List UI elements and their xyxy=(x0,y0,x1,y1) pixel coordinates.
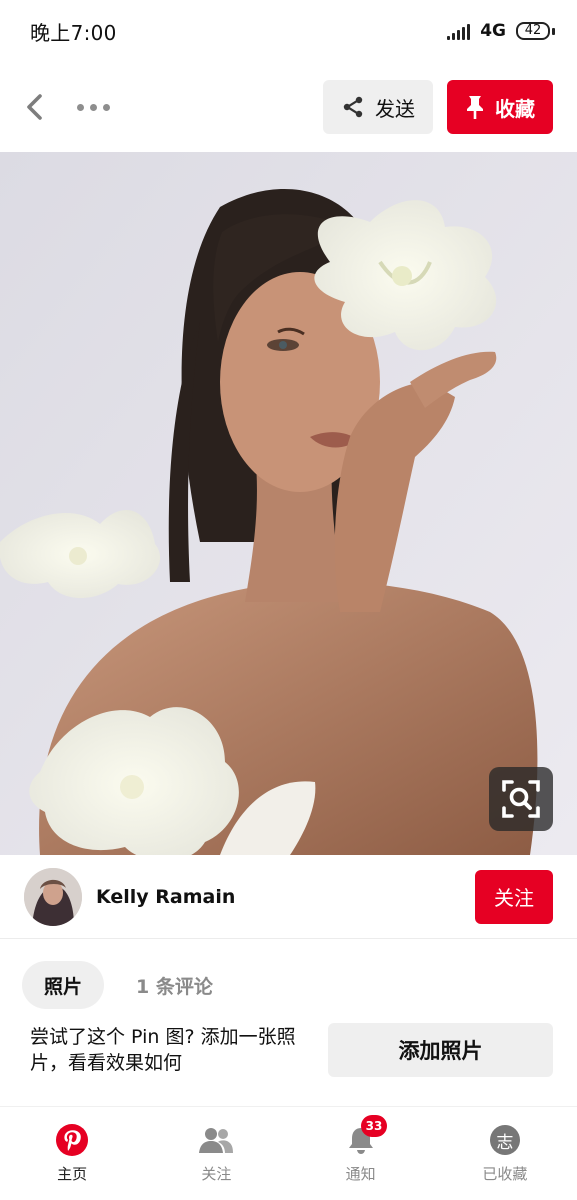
follow-button[interactable]: 关注 xyxy=(475,869,553,924)
nav-saved-label: 已收藏 xyxy=(482,1165,528,1183)
pin-detail-screen: 晚上7:00 4G 42 发送 收藏 Kelly Ramain 关注 照片 1 … xyxy=(0,0,577,1200)
signal-icon xyxy=(447,22,471,40)
pushpin-icon xyxy=(467,96,483,119)
dot-icon xyxy=(76,103,84,111)
battery-level: 42 xyxy=(516,22,550,40)
portrait-photo xyxy=(0,152,577,855)
save-button[interactable]: 收藏 xyxy=(447,80,553,134)
send-button[interactable]: 发送 xyxy=(323,80,433,134)
save-label: 收藏 xyxy=(495,96,535,121)
avatar[interactable] xyxy=(24,867,82,926)
pinterest-logo-icon xyxy=(56,1124,89,1156)
tried-it-section: 尝试了这个 Pin 图? 添加一张照片，看看效果如何 添加照片 xyxy=(0,1009,577,1077)
status-bar: 晚上7:00 4G 42 xyxy=(0,0,577,62)
back-button[interactable] xyxy=(18,87,50,127)
people-icon xyxy=(199,1128,234,1153)
creator-row: Kelly Ramain 关注 xyxy=(0,855,577,939)
nav-home[interactable]: 主页 xyxy=(0,1107,144,1200)
visual-search-icon xyxy=(502,780,540,818)
bottom-navigation: 主页 关注 33 通知 志 已收藏 xyxy=(0,1106,577,1200)
add-photo-button[interactable]: 添加照片 xyxy=(328,1023,553,1077)
nav-following-label: 关注 xyxy=(201,1165,232,1183)
top-action-bar: 发送 收藏 xyxy=(0,62,577,152)
tab-photos[interactable]: 照片 xyxy=(22,961,105,1009)
avatar-photo xyxy=(24,867,82,926)
nav-saved[interactable]: 志 已收藏 xyxy=(433,1107,577,1200)
notification-badge: 33 xyxy=(360,1115,388,1137)
share-icon xyxy=(343,96,363,118)
send-label: 发送 xyxy=(375,96,415,121)
more-options-button[interactable] xyxy=(70,87,116,127)
visual-search-button[interactable] xyxy=(489,767,553,831)
nav-notifications[interactable]: 33 通知 xyxy=(289,1107,433,1200)
network-label: 4G xyxy=(480,21,506,41)
photo-comment-tabs: 照片 1 条评论 xyxy=(0,939,577,1009)
status-time: 晚上7:00 xyxy=(30,20,117,45)
pin-image[interactable] xyxy=(0,152,577,855)
nav-notifications-label: 通知 xyxy=(345,1165,376,1183)
chevron-left-icon xyxy=(27,94,42,120)
nav-following[interactable]: 关注 xyxy=(144,1107,288,1200)
tab-comments[interactable]: 1 条评论 xyxy=(114,961,235,1009)
battery-icon: 42 xyxy=(516,22,555,40)
status-right: 4G 42 xyxy=(447,21,555,41)
creator-name[interactable]: Kelly Ramain xyxy=(96,886,235,908)
nav-home-label: 主页 xyxy=(57,1165,88,1183)
saved-profile-icon: 志 xyxy=(489,1125,520,1155)
dot-icon xyxy=(102,103,110,111)
dot-icon xyxy=(89,103,97,111)
tried-it-text: 尝试了这个 Pin 图? 添加一张照片，看看效果如何 xyxy=(30,1026,296,1074)
